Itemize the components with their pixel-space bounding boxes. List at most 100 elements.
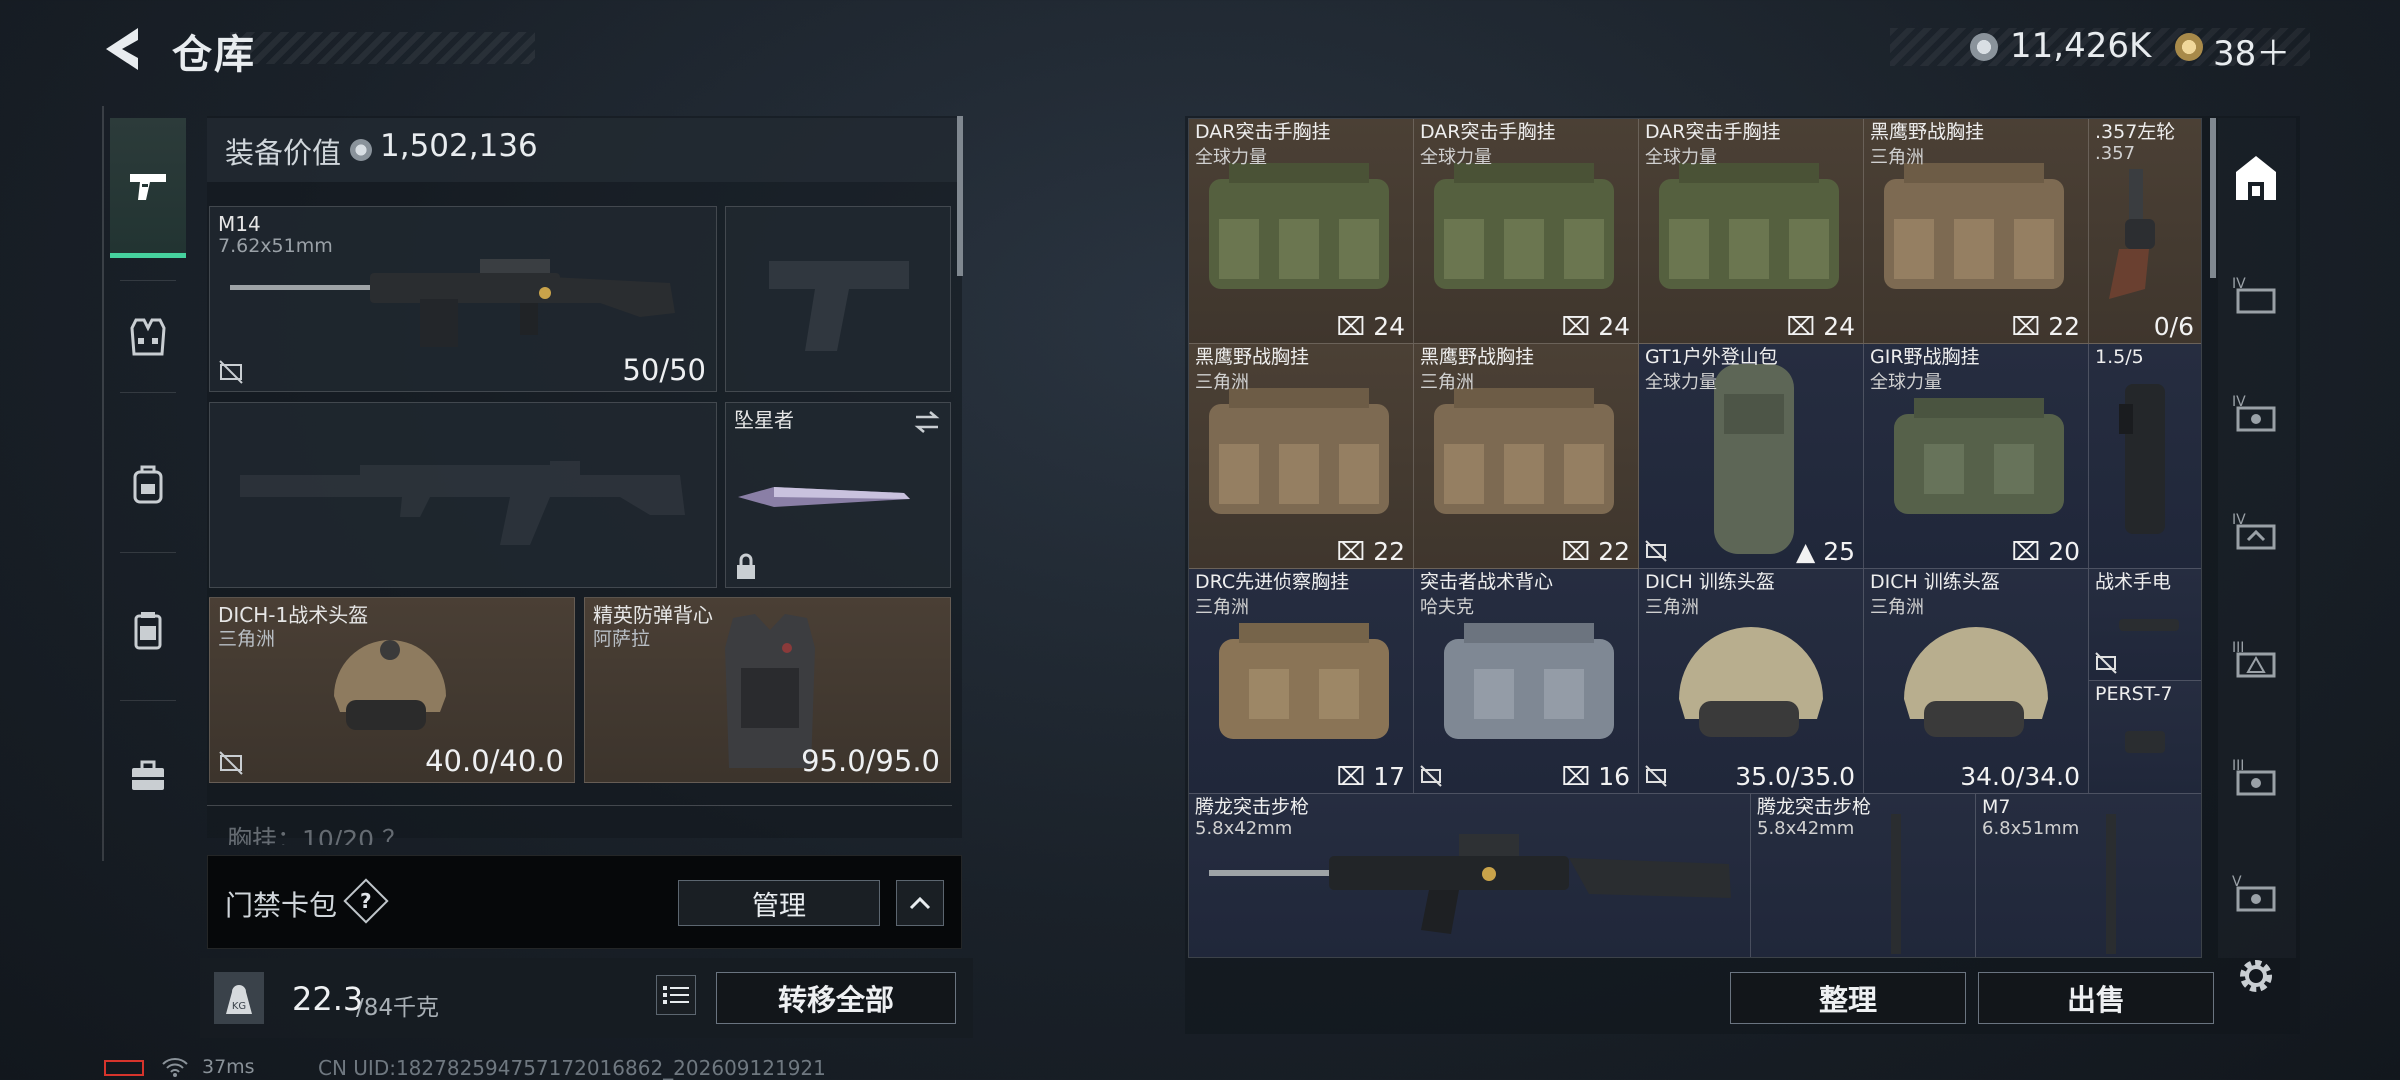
currency-gold-amount[interactable]: 38＋ [2213,26,2290,75]
sidebar-divider [120,392,176,393]
item-name: 黑鹰野战胸挂 [1870,121,1985,143]
stash-scrollbar[interactable] [2210,118,2216,278]
no-insure-icon [1420,765,1442,787]
helmet-icon [334,640,446,730]
stash-item[interactable]: 黑鹰野战胸挂 三角洲 ⌧ 22 [1189,344,1414,569]
stash-tab-4c[interactable]: IV [2226,500,2286,560]
stash-item[interactable]: 腾龙突击步枪 5.8x42mm [1751,794,1976,957]
swap-icon[interactable] [912,409,942,435]
item-faction: 三角洲 [1420,372,1474,393]
stash-item[interactable]: M7 6.8x51mm [1976,794,2201,957]
item-faction: 全球力量 [1420,147,1492,168]
stash-tier-5-icon: V [2232,874,2276,912]
vest-capacity-icon: ⌧ [1561,537,1591,566]
no-insure-icon [2095,652,2117,674]
item-faction: 三角洲 [1870,147,1924,168]
stash-item[interactable]: DRC先进侦察胸挂 三角洲 ⌧ 17 [1189,569,1414,794]
stash-tier-3b-icon: III [2232,758,2276,796]
item-name: 突击者战术背心 [1420,571,1554,593]
stash-tab-5[interactable]: V [2226,862,2286,922]
list-view-button[interactable] [656,975,696,1015]
list-icon [663,986,689,1004]
stash-item[interactable]: .357左轮 .357 0/6 [2089,119,2201,344]
currency-silver-amount: 11,426K [2010,26,2152,66]
stash-item[interactable]: GIR野战胸挂 全球力量 ⌧ 20 [1864,344,2089,569]
backpack-icon [133,465,163,504]
stash-item[interactable]: GT1户外登山包 全球力量 ▲ 25 [1639,344,1864,569]
sell-button[interactable]: 出售 [1978,972,2214,1024]
ping-text: 37ms [202,1056,255,1078]
stash-tab-3b[interactable]: III [2226,746,2286,806]
keycard-expand-button[interactable] [896,880,944,926]
item-capacity: ⌧ 24 [1336,312,1405,341]
stash-item[interactable]: DICH 训练头盔 三角洲 34.0/34.0 [1864,569,2089,794]
chevron-up-icon [909,896,931,910]
sidearm-slot[interactable] [725,206,951,392]
sidebar-tab-backpack[interactable] [110,446,186,522]
item-name: DAR突击手胸挂 [1195,121,1331,143]
secondary-weapon-slot[interactable] [209,402,717,588]
sidebar-tab-case[interactable] [110,738,186,814]
scope-icon [2119,384,2165,534]
stash-tier-4c-icon: IV [2232,512,2276,550]
help-icon: ? [360,888,372,913]
item-name: 腾龙突击步枪 [1757,796,1872,818]
transfer-all-button[interactable]: 转移全部 [716,972,956,1024]
stash-tab-4[interactable]: IV [2226,264,2286,324]
stash-item[interactable]: 黑鹰野战胸挂 三角洲 ⌧ 22 [1864,119,2089,344]
armor-slot[interactable]: 精英防弹背心 阿萨拉 95.0/95.0 [584,597,951,783]
settings-gear-icon [2240,960,2272,992]
back-arrow-icon [106,28,138,70]
uid-text: CN UID:182782594757172016862_20260912192… [318,1056,826,1080]
stash-item[interactable]: PERST-7 [2089,681,2201,794]
stash-item[interactable]: DAR突击手胸挂 全球力量 ⌧ 24 [1639,119,1864,344]
equipment-value: 1,502,136 [380,128,538,164]
no-insure-icon [1645,540,1667,562]
page-title: 仓库 [172,32,256,78]
item-name: 战术手电 [2095,571,2172,593]
stash-item[interactable]: 黑鹰野战胸挂 三角洲 ⌧ 22 [1414,344,1639,569]
back-button[interactable] [100,24,150,74]
item-name: .357左轮 [2095,121,2176,143]
primary-weapon-slot[interactable]: M14 7.62x51mm 50/50 [209,206,717,392]
item-faction: 哈夫克 [1420,597,1474,618]
stash-item[interactable]: DICH 训练头盔 三角洲 35.0/35.0 [1639,569,1864,794]
item-caliber: .357 [2095,143,2136,164]
stash-tier-4-icon: IV [2232,276,2276,314]
stash-item[interactable]: 突击者战术背心 哈夫克 ⌧ 16 [1414,569,1639,794]
sort-button[interactable]: 整理 [1730,972,1966,1024]
keycard-manage-button[interactable]: 管理 [678,880,880,926]
pistol-icon [130,173,166,200]
stash-item[interactable]: 腾龙突击步枪 5.8x42mm [1189,794,1751,957]
sidebar-tab-rig[interactable] [110,592,186,668]
header-stripe [230,32,535,64]
stash-item[interactable]: 战术手电 [2089,569,2201,681]
sidebar-divider [120,700,176,701]
settings-button[interactable] [2230,950,2282,1002]
item-faction: 三角洲 [1195,597,1249,618]
stash-icon [2236,156,2276,200]
melee-name: 坠星者 [734,408,794,432]
loadout-scrollbar[interactable] [957,116,963,276]
melee-slot[interactable]: 坠星者 [725,402,951,588]
stash-tab-3[interactable]: III [2226,628,2286,688]
item-capacity: ⌧ 24 [1561,312,1630,341]
helmet-map: 三角洲 [218,628,276,650]
helmet-slot[interactable]: DICH-1战术头盔 三角洲 40.0/40.0 [209,597,575,783]
item-name: GT1户外登山包 [1645,346,1778,368]
stash-tab-main[interactable] [2226,148,2286,208]
no-insure-icon [1645,765,1667,787]
vest-capacity-icon: ⌧ [1336,762,1366,791]
sidebar-tab-weapons[interactable] [110,118,186,258]
armor-map: 阿萨拉 [593,628,651,650]
item-faction: 全球力量 [1870,372,1942,393]
item-name: DAR突击手胸挂 [1420,121,1556,143]
stash-item[interactable]: 1.5/5 [2089,344,2201,569]
sidebar-tab-vest[interactable] [110,298,186,374]
stash-item[interactable]: DAR突击手胸挂 全球力量 ⌧ 24 [1189,119,1414,344]
stash-tab-4b[interactable]: IV [2226,382,2286,442]
stash-item[interactable]: DAR突击手胸挂 全球力量 ⌧ 24 [1414,119,1639,344]
weight-capacity: /84千克 [356,995,440,1021]
item-caliber: 5.8x42mm [1195,818,1293,839]
no-insure-icon [219,360,243,384]
